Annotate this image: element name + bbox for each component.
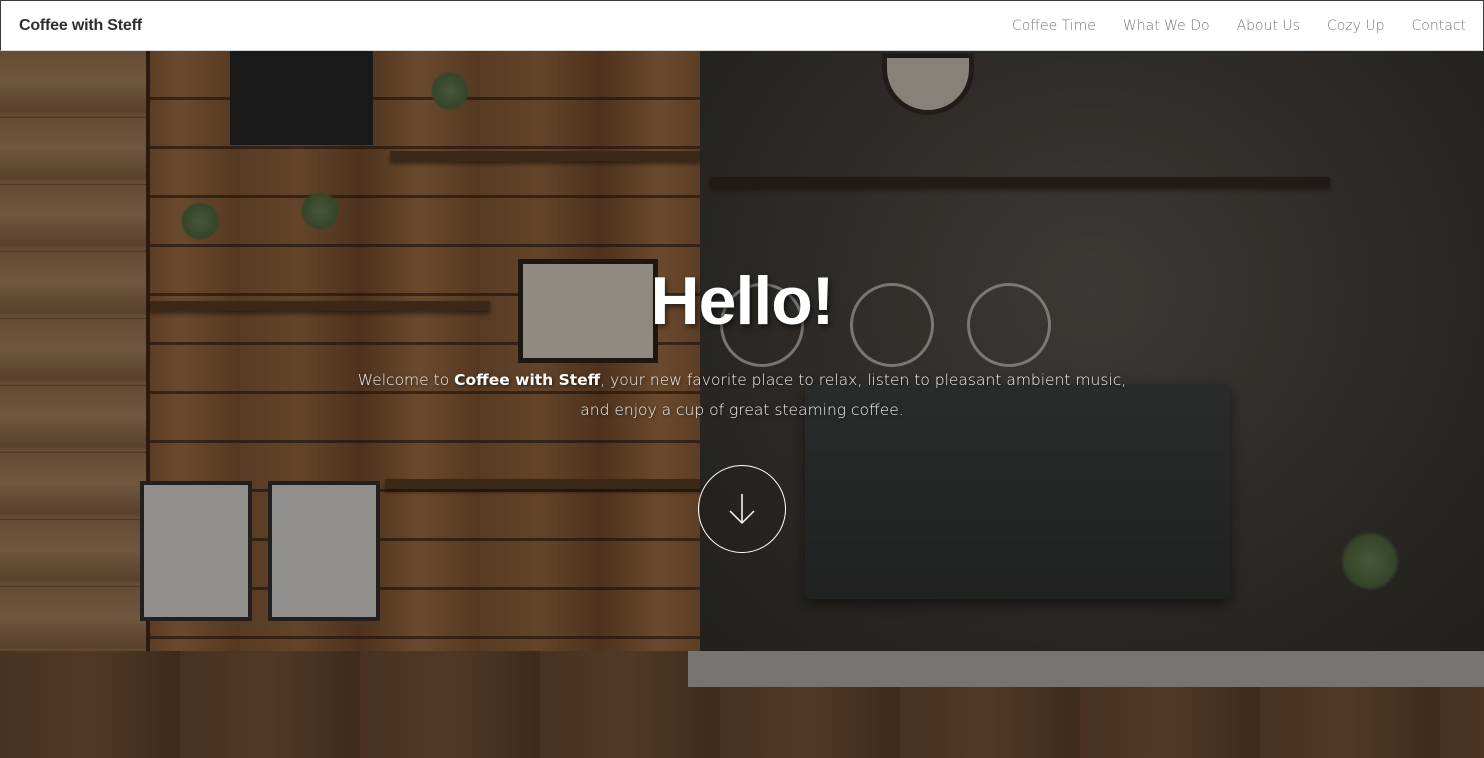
nav-link-coffee-time[interactable]: Coffee Time	[1012, 18, 1096, 34]
nav-link-about-us[interactable]: About Us	[1237, 18, 1300, 34]
hero-title: Hello!	[650, 263, 835, 339]
nav-links: Coffee Time What We Do About Us Cozy Up …	[1012, 18, 1466, 34]
nav-link-cozy-up[interactable]: Cozy Up	[1327, 18, 1385, 34]
top-navbar: Coffee with Steff Coffee Time What We Do…	[0, 0, 1484, 51]
hero-section: Hello! Welcome to Coffee with Steff, you…	[0, 51, 1484, 758]
hero-intro-text: Welcome to Coffee with Steff, your new f…	[347, 365, 1137, 425]
nav-link-what-we-do[interactable]: What We Do	[1123, 18, 1210, 34]
intro-brand-name: Coffee with Steff	[454, 371, 601, 389]
nav-link-contact[interactable]: Contact	[1412, 18, 1466, 34]
scroll-down-button[interactable]	[698, 465, 786, 553]
intro-text-start: Welcome to	[357, 371, 455, 389]
intro-text-end: , your new favorite place to relax, list…	[580, 371, 1127, 419]
brand-logo[interactable]: Coffee with Steff	[19, 17, 142, 35]
hero-content: Hello! Welcome to Coffee with Steff, you…	[0, 51, 1484, 758]
landing-page: Coffee with Steff Coffee Time What We Do…	[0, 0, 1484, 758]
arrow-down-icon	[729, 494, 755, 525]
